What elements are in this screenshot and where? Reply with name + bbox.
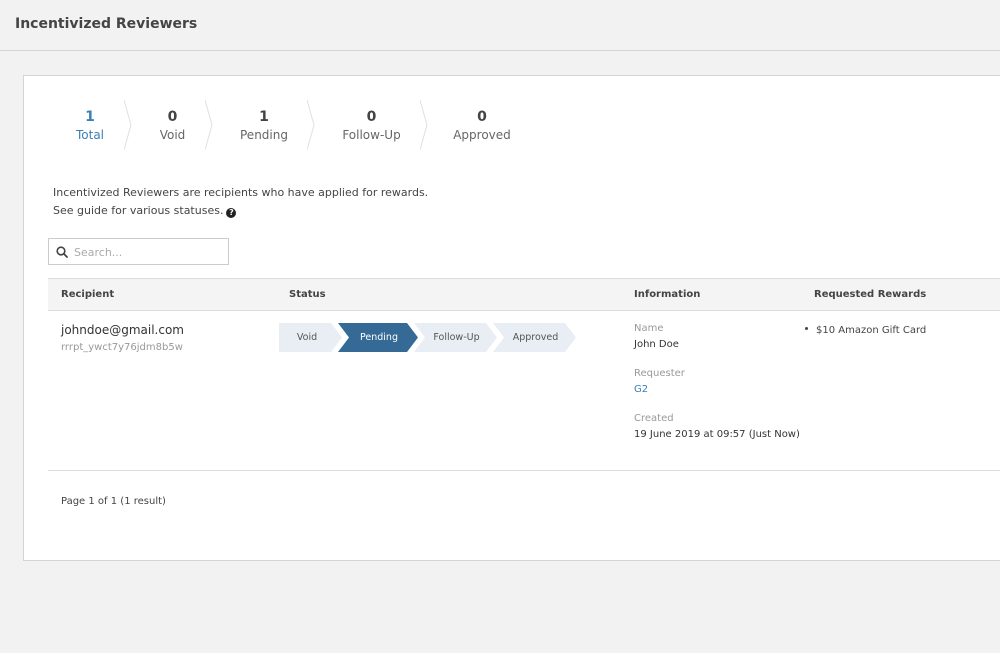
stat-follow-up[interactable]: 0 Follow-Up <box>315 100 428 150</box>
row-divider <box>48 470 1000 471</box>
search-input[interactable] <box>74 243 224 261</box>
pagination-status: Page 1 of 1 (1 result) <box>61 496 166 507</box>
recipient-id: rrrpt_ywct7y76jdm8b5w <box>61 342 183 353</box>
info-created-value: 19 June 2019 at 09:57 (Just Now) <box>634 429 800 440</box>
question-circle-icon[interactable]: ? <box>226 208 237 218</box>
info-requester-label: Requester <box>634 368 685 379</box>
step-void[interactable]: Void <box>279 332 335 343</box>
info-name-value: John Doe <box>634 339 679 350</box>
search-icon <box>56 246 68 258</box>
stat-total-label: Total <box>75 128 105 142</box>
guide-text: See guide for various statuses. <box>53 204 224 217</box>
stat-separator <box>307 100 315 150</box>
stat-pending-label: Pending <box>240 128 288 142</box>
step-follow-up[interactable]: Follow-Up <box>421 332 492 343</box>
info-name-label: Name <box>634 323 664 334</box>
stat-total[interactable]: 1 Total <box>48 100 132 150</box>
stat-approved[interactable]: 0 Approved <box>428 100 536 150</box>
stat-pending-value: 1 <box>259 109 269 125</box>
column-information: Information <box>634 289 701 300</box>
reward-label: $10 Amazon Gift Card <box>816 325 927 336</box>
stat-approved-value: 0 <box>477 109 487 125</box>
info-created-label: Created <box>634 413 674 424</box>
stat-follow-up-label: Follow-Up <box>342 128 401 142</box>
stat-void-label: Void <box>159 128 186 142</box>
step-pending[interactable]: Pending <box>345 332 413 343</box>
recipient-email: johndoe@gmail.com <box>61 323 184 337</box>
page-title: Incentivized Reviewers <box>15 16 198 32</box>
column-requested-rewards: Requested Rewards <box>814 289 927 300</box>
stat-void[interactable]: 0 Void <box>132 100 213 150</box>
stat-follow-up-value: 0 <box>366 109 377 125</box>
bullet <box>805 327 808 330</box>
page-header: Incentivized Reviewers <box>0 0 1000 51</box>
stat-pending[interactable]: 1 Pending <box>213 100 315 150</box>
table-header: Recipient Status Information Requested R… <box>48 278 1000 311</box>
stat-separator <box>124 100 132 150</box>
info-requester-link[interactable]: G2 <box>634 384 648 395</box>
status-stepper: Void Pending Follow-Up Approved <box>279 323 579 352</box>
reward-item: $10 Amazon Gift Card <box>805 325 926 336</box>
column-recipient: Recipient <box>61 289 115 300</box>
stat-separator <box>205 100 213 150</box>
description-line-1: Incentivized Reviewers are recipients wh… <box>53 186 429 199</box>
stat-separator <box>420 100 428 150</box>
description: Incentivized Reviewers are recipients wh… <box>53 184 428 220</box>
stat-approved-label: Approved <box>453 128 511 142</box>
step-approved[interactable]: Approved <box>500 332 571 343</box>
status-stats: 1 Total 0 Void 1 Pending 0 Follow-Up 0 A… <box>48 100 536 150</box>
stat-total-value: 1 <box>85 109 95 125</box>
stat-void-value: 0 <box>167 109 178 125</box>
description-line-2: See guide for various statuses.? <box>53 202 428 220</box>
column-status: Status <box>289 289 326 300</box>
search-box[interactable] <box>48 238 229 265</box>
